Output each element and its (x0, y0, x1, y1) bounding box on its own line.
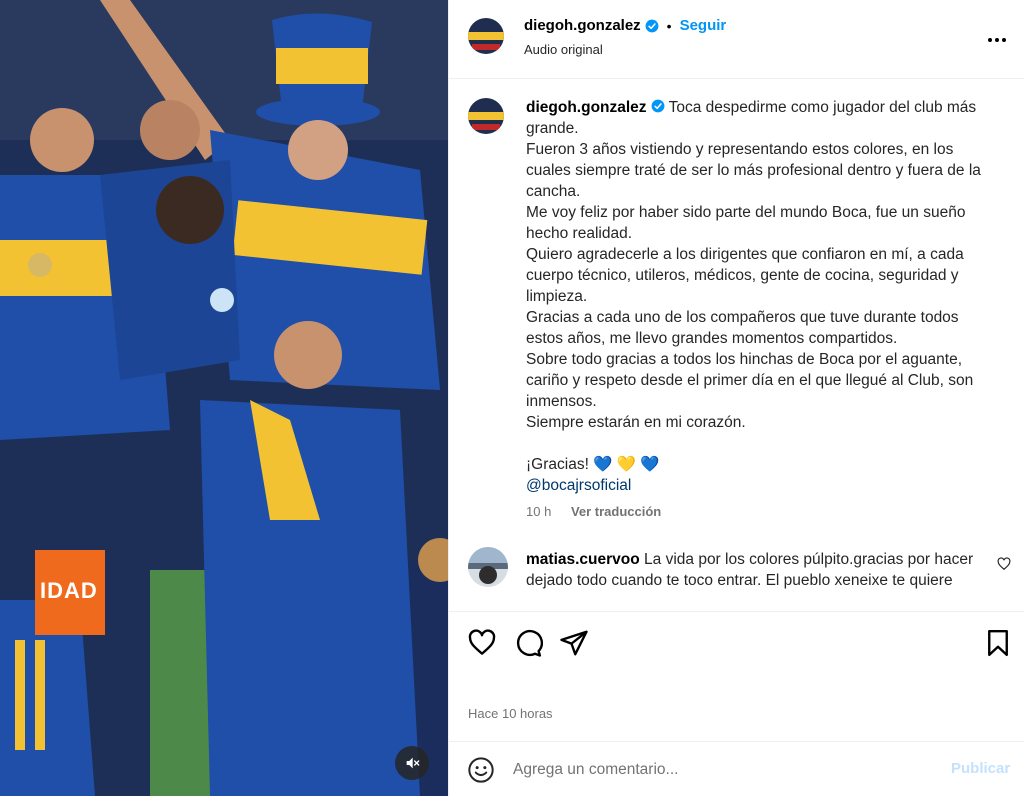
verified-badge-icon (651, 99, 665, 113)
comment-composer: Publicar (449, 741, 1024, 796)
caption-line: Quiero agradecerle a los dirigentes que … (526, 246, 964, 305)
post-media[interactable]: IDAD (0, 0, 448, 796)
more-options-button[interactable] (985, 28, 1009, 52)
boca-crest-avatar (468, 18, 504, 54)
boca-crest-avatar (468, 98, 504, 134)
caption-username[interactable]: diegoh.gonzalez (526, 99, 647, 116)
caption-line: Gracias a cada uno de los compañeros que… (526, 309, 959, 347)
commenter-photo (468, 547, 508, 587)
post-actions: Hace 10 horas (449, 611, 1024, 741)
post-header: diegoh.gonzalez • Seguir Audio original (449, 0, 1024, 79)
comment-body: matias.cuervoo La vida por los colores p… (526, 549, 991, 591)
celebration-photo (0, 0, 448, 796)
comment-input[interactable] (513, 756, 933, 784)
audio-label[interactable]: Audio original (524, 42, 603, 57)
comment-bubble-icon (516, 629, 544, 657)
mention-link[interactable]: @bocajrsoficial (526, 477, 631, 494)
comments-area[interactable]: diegoh.gonzalez Toca despedirme como jug… (449, 80, 1024, 610)
heart-icon (997, 557, 1011, 571)
vest-sign-text: IDAD (40, 578, 98, 603)
commenter-avatar[interactable] (468, 547, 508, 587)
caption-line: Me voy feliz por haber sido parte del mu… (526, 204, 966, 242)
see-translation-button[interactable]: Ver traducción (571, 504, 661, 519)
separator-dot: • (666, 17, 672, 34)
emoji-picker-button[interactable] (467, 756, 495, 784)
author-username[interactable]: diegoh.gonzalez (524, 17, 641, 34)
heart-icon (468, 629, 496, 655)
paper-plane-icon (560, 630, 588, 656)
like-button[interactable] (467, 628, 497, 658)
caption-closing: ¡Gracias! 💙 💛 💙 (526, 456, 660, 473)
bookmark-icon (988, 629, 1008, 657)
save-button[interactable] (983, 628, 1013, 658)
caption-age: 10 h (526, 504, 552, 519)
caption-meta: 10 h Ver traducción (526, 504, 661, 519)
caption-author-avatar[interactable] (468, 98, 504, 134)
mute-toggle-button[interactable] (395, 746, 429, 780)
post-side-panel: diegoh.gonzalez • Seguir Audio original … (448, 0, 1024, 796)
more-options-icon (988, 38, 1006, 42)
publish-button[interactable]: Publicar (951, 760, 1010, 777)
verified-badge-icon (645, 19, 659, 33)
post-timestamp[interactable]: Hace 10 horas (468, 706, 553, 721)
caption-line: Fueron 3 años vistiendo y representando … (526, 141, 981, 200)
caption-line: Sobre todo gracias a todos los hinchas d… (526, 351, 974, 410)
author-line: diegoh.gonzalez • Seguir (524, 17, 726, 34)
follow-button[interactable]: Seguir (680, 17, 727, 34)
author-avatar[interactable] (468, 18, 504, 54)
comment-button[interactable] (513, 628, 544, 658)
caption-line: Siempre estarán en mi corazón. (526, 414, 746, 431)
share-button[interactable] (559, 628, 589, 658)
comment-username[interactable]: matias.cuervoo (526, 551, 640, 568)
smiley-icon (468, 757, 494, 783)
post-caption: diegoh.gonzalez Toca despedirme como jug… (526, 97, 996, 496)
speaker-muted-icon (406, 757, 420, 769)
comment-like-button[interactable] (997, 557, 1011, 571)
